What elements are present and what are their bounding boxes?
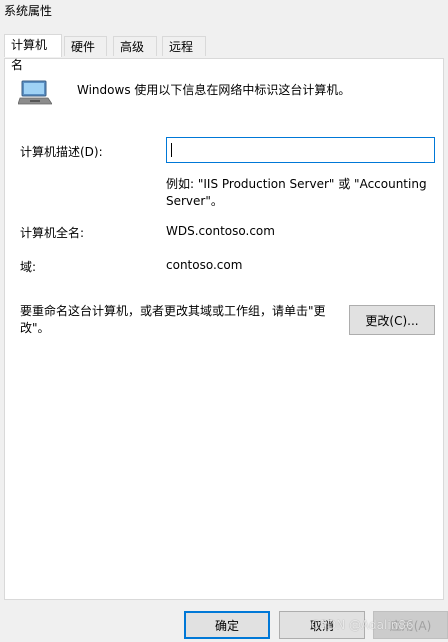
- tab-hardware[interactable]: 硬件: [64, 36, 107, 56]
- system-properties-window: 系统属性 计算机名 硬件 高级 远程 Windows 使用以下信息在网络中标识这…: [0, 0, 448, 642]
- rename-instructions: 要重命名这台计算机，或者更改其域或工作组，请单击"更改"。: [20, 304, 326, 335]
- description-input[interactable]: [166, 137, 435, 163]
- tab-remote[interactable]: 远程: [162, 36, 206, 56]
- window-title: 系统属性: [4, 4, 53, 18]
- change-button[interactable]: 更改(C)...: [349, 305, 435, 335]
- computer-icon: [18, 80, 52, 105]
- tab-advanced[interactable]: 高级: [113, 36, 157, 56]
- ok-button[interactable]: 确定: [184, 611, 270, 639]
- domain-value: contoso.com: [166, 258, 243, 272]
- apply-button[interactable]: 应用(A): [373, 611, 448, 639]
- full-name-label: 计算机全名:: [20, 226, 85, 240]
- text-caret: [171, 143, 172, 157]
- intro-text: Windows 使用以下信息在网络中标识这台计算机。: [77, 83, 351, 97]
- example-text: 例如: "IIS Production Server" 或 "Accountin…: [166, 177, 427, 208]
- domain-label: 域:: [20, 260, 37, 274]
- tab-computer-name[interactable]: 计算机名: [4, 34, 62, 72]
- full-name-value: WDS.contoso.com: [166, 224, 275, 238]
- cancel-button[interactable]: 取消: [279, 611, 365, 639]
- description-label: 计算机描述(D):: [20, 145, 103, 159]
